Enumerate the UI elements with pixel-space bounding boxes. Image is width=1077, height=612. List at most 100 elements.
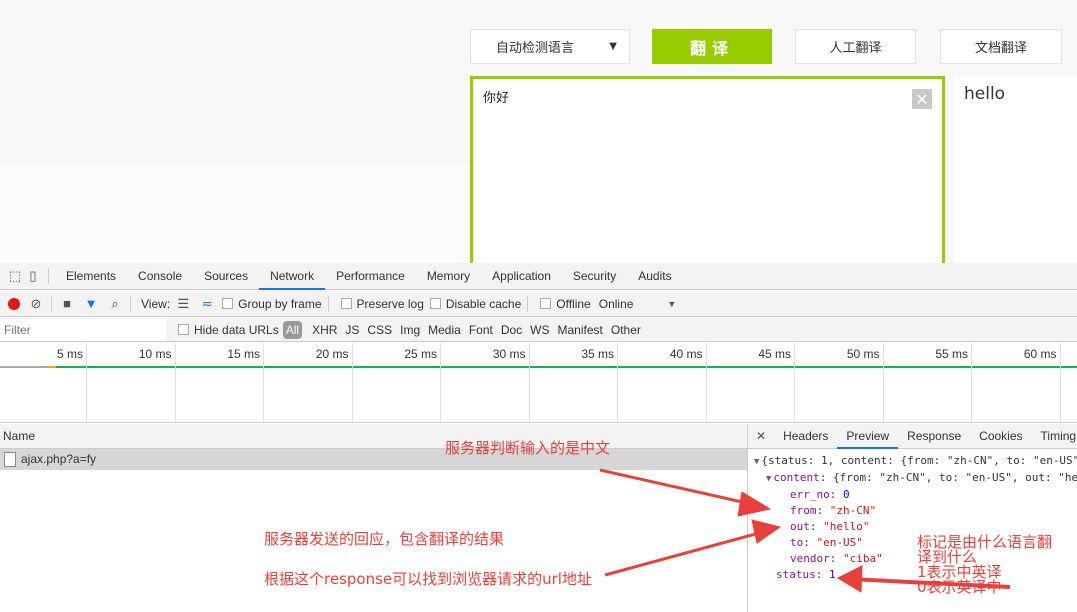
clear-log-icon[interactable]: ⊘ [27, 295, 45, 313]
tab-sources[interactable]: Sources [193, 263, 259, 290]
filter-type-xhr[interactable]: XHR [312, 323, 337, 337]
group-by-frame-checkbox[interactable] [222, 298, 234, 309]
annotation-chinese-detect: 服务器判断输入的是中文 [445, 439, 611, 457]
tab-application[interactable]: Application [481, 263, 562, 290]
tab-preview[interactable]: Preview [837, 424, 899, 449]
clear-icon[interactable]: ✕ [912, 89, 932, 109]
json-key: err_no [790, 488, 830, 501]
json-field: from: "zh-CN" [790, 504, 877, 517]
translator-page: 自动检测语言 ▼ 翻译 人工翻译 文档翻译 你好 ✕ hello [0, 0, 1077, 266]
capture-screenshots-icon[interactable]: ■ [58, 295, 76, 313]
large-rows-icon[interactable]: ☰ [174, 295, 192, 313]
file-icon [4, 452, 16, 467]
output-text: hello [964, 84, 1006, 104]
filter-type-doc[interactable]: Doc [501, 323, 522, 337]
column-header-name[interactable]: Name [0, 424, 747, 449]
tab-response[interactable]: Response [898, 424, 970, 449]
divider [527, 295, 529, 312]
disable-cache-checkbox[interactable] [429, 298, 441, 309]
filter-bar: Hide data URLs All XHR JS CSS Img Media … [0, 318, 1077, 342]
divider [48, 268, 49, 284]
translate-button[interactable]: 翻译 [652, 29, 772, 64]
divider [130, 295, 131, 312]
annotation-url: 根据这个response可以找到浏览器请求的url地址 [264, 570, 592, 588]
hide-data-urls-label: Hide data URLs [194, 322, 279, 337]
timeline-tick: 10 ms [87, 343, 176, 423]
human-translate-button[interactable]: 人工翻译 [795, 29, 916, 64]
timeline-tick: 50 ms [795, 343, 884, 423]
timeline-overview[interactable]: 5 ms 10 ms 15 ms 20 ms 25 ms 30 ms 35 ms 40 ms 4… [0, 343, 1077, 423]
preserve-log-label: Preserve log [356, 296, 424, 311]
inspect-element-icon[interactable]: ⬚ [6, 267, 24, 285]
timeline-tick: 40 ms [618, 343, 707, 423]
search-icon[interactable]: ⌕ [106, 295, 124, 313]
timeline-tick: 60 ms [972, 343, 1061, 423]
page-background [0, 165, 470, 263]
annotation-status: 标记是由什么语言翻 译到什么 1表示中英译 0表示英译中 [917, 533, 1053, 596]
language-select-value: 自动检测语言 [496, 41, 575, 56]
filter-icon[interactable]: ▼ [82, 295, 100, 313]
filter-type-media[interactable]: Media [428, 323, 461, 337]
filter-type-manifest[interactable]: Manifest [558, 323, 603, 337]
filter-type-all[interactable]: All [282, 320, 303, 339]
expand-triangle-icon[interactable]: ▼ [754, 457, 759, 467]
filter-type-font[interactable]: Font [469, 323, 493, 337]
throttle-dropdown-icon[interactable]: ▼ [667, 299, 676, 309]
json-key: vendor [790, 552, 830, 565]
hide-data-urls-checkbox[interactable] [178, 324, 189, 335]
filter-type-css[interactable]: CSS [367, 323, 392, 337]
timeline-tick: 45 ms [707, 343, 795, 423]
devtools-tabbar: ⬚ ▯ Elements Console Sources Network Per… [0, 263, 1077, 290]
close-icon[interactable]: ✕ [748, 429, 774, 443]
divider [327, 295, 329, 312]
view-label: View: [141, 296, 171, 311]
json-value: 0 [843, 488, 850, 501]
expand-triangle-icon[interactable]: ▼ [766, 474, 771, 484]
language-select[interactable]: 自动检测语言 ▼ [470, 29, 630, 64]
tab-audits[interactable]: Audits [627, 263, 682, 290]
json-key: to [790, 536, 804, 549]
tab-headers[interactable]: Headers [774, 424, 837, 449]
tab-console[interactable]: Console [127, 263, 193, 290]
timeline-tick: 15 ms [176, 343, 264, 423]
timeline-tick: 20 ms [264, 343, 353, 423]
json-key: from [790, 504, 817, 517]
source-textarea[interactable]: 你好 ✕ [470, 76, 945, 266]
filter-input[interactable] [0, 318, 166, 341]
tab-cookies[interactable]: Cookies [970, 424, 1031, 449]
record-icon[interactable] [5, 295, 23, 313]
document-translate-button[interactable]: 文档翻译 [940, 29, 1062, 64]
throttle-select[interactable]: Online [599, 297, 634, 311]
network-toolbar: ⊘ ■ ▼ ⌕ View: ☰ ≂ Group by frame Preserv… [0, 291, 1077, 317]
detail-tabbar: ✕ Headers Preview Response Cookies Timin… [748, 424, 1077, 449]
timeline-tick: 55 ms [884, 343, 972, 423]
source-text: 你好 [483, 91, 510, 106]
tab-memory[interactable]: Memory [416, 263, 481, 290]
annotation-response: 服务器发送的回应，包含翻译的结果 [264, 530, 505, 548]
filter-type-js[interactable]: JS [345, 323, 359, 337]
json-value: "hello" [823, 520, 870, 533]
json-root[interactable]: ▼ {status: 1, content: {from: "zh-CN", to… [748, 453, 1077, 470]
json-field: err_no: 0 [790, 488, 850, 501]
preserve-log-checkbox[interactable] [340, 298, 352, 309]
json-value: "zh-CN" [829, 504, 877, 517]
dropdown-arrow-icon: ▼ [609, 41, 617, 52]
tab-network[interactable]: Network [259, 263, 326, 290]
tab-security[interactable]: Security [562, 263, 627, 290]
device-toolbar-icon[interactable]: ▯ [24, 267, 42, 285]
request-row[interactable]: ajax.php?a=fy [0, 449, 747, 470]
json-content-node[interactable]: ▼ content: {from: "zh-CN", to: "en-US", o… [748, 470, 1077, 487]
tab-performance[interactable]: Performance [325, 263, 416, 290]
filter-type-img[interactable]: Img [400, 323, 420, 337]
json-value: "ciba" [843, 552, 883, 565]
tab-elements[interactable]: Elements [55, 263, 127, 290]
group-by-frame-label: Group by frame [238, 296, 322, 311]
filter-type-other[interactable]: Other [611, 323, 641, 337]
waterfall-icon[interactable]: ≂ [198, 295, 216, 313]
timeline-tick: 5 ms [0, 343, 87, 423]
offline-checkbox[interactable] [540, 298, 552, 309]
disable-cache-label: Disable cache [445, 296, 522, 311]
divider [51, 295, 52, 312]
filter-type-ws[interactable]: WS [530, 323, 549, 337]
tab-timing[interactable]: Timing [1032, 424, 1077, 449]
